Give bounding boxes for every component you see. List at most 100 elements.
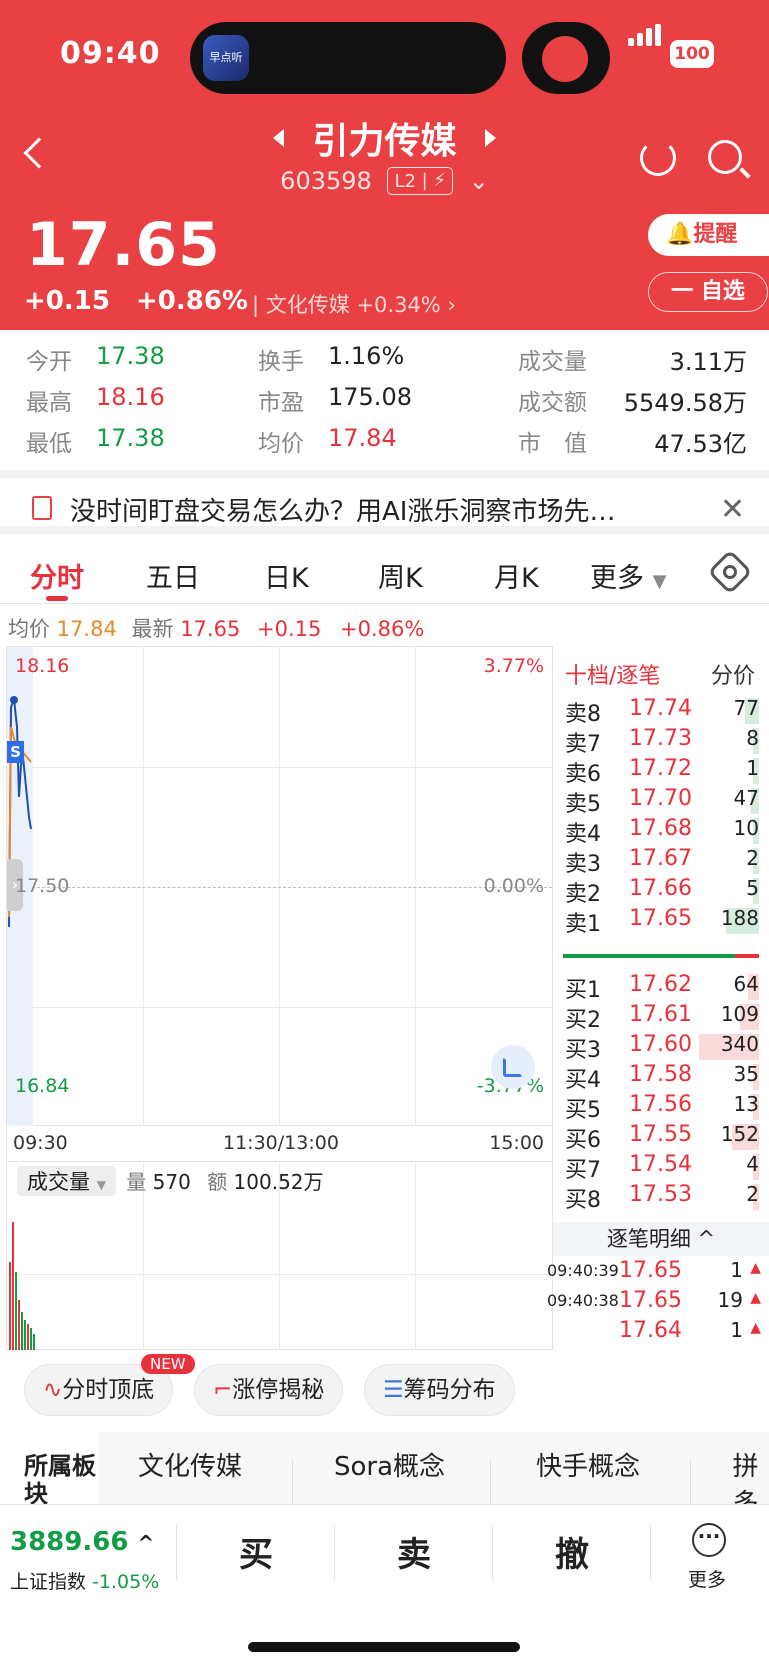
price-change-pct: +0.86% (136, 286, 248, 316)
level-price: 17.60 (629, 1032, 692, 1057)
tab-more[interactable]: 更多 ▼ (590, 556, 666, 595)
level-price: 17.68 (629, 816, 692, 841)
tick-qty: 1 (730, 1318, 743, 1342)
bid-row[interactable]: 买5 17.56 13 (553, 1092, 769, 1123)
level-label: 买2 (565, 1008, 601, 1033)
level-label: 卖5 (565, 792, 601, 817)
level-price: 17.61 (629, 1002, 692, 1027)
ask-row[interactable]: 卖3 17.67 2 (553, 846, 769, 877)
intraday-chart[interactable]: S › 18.16 17.50 16.84 3.77% 0.00% -3.77% (6, 646, 553, 1127)
volume-panel[interactable]: 成交量 ▼ 量 570 额 100.52万 (6, 1162, 553, 1350)
level-qty: 5 (746, 876, 759, 900)
level-qty: 64 (733, 972, 759, 996)
tab-underline (46, 596, 68, 601)
ai-promo-banner[interactable]: 没时间盯盘交易怎么办？用AI涨乐洞察市场先… ✕ (0, 470, 769, 534)
tool-chips: ∿分时顶底 ⌐涨停揭秘 ☰筹码分布 (0, 1350, 769, 1440)
tool-limit-up[interactable]: ⌐涨停揭秘 (194, 1364, 344, 1416)
chart-tabs: 分时 五日 日K 周K 月K 更多 ▼ (0, 542, 769, 604)
level-qty: 109 (720, 1002, 759, 1026)
volume-dropdown[interactable]: 成交量 ▼ (17, 1166, 116, 1196)
stat-key: 均价 (258, 431, 304, 457)
ask-row[interactable]: 卖5 17.70 47 (553, 786, 769, 817)
add-watchlist-button[interactable]: 一 自选 (648, 272, 768, 312)
tab-monthly-k[interactable]: 月K (494, 556, 539, 595)
more-icon[interactable]: ··· (692, 1523, 726, 1557)
plate-item[interactable]: 快手概念 (536, 1446, 640, 1483)
level-qty: 13 (733, 1092, 759, 1116)
plate-item[interactable]: 拼多 (722, 1446, 769, 1504)
ask-row[interactable]: 卖6 17.72 1 (553, 756, 769, 787)
close-icon[interactable]: ✕ (720, 492, 745, 527)
level-qty: 10 (733, 816, 759, 840)
bid-row[interactable]: 买3 17.60 340 (553, 1032, 769, 1063)
prev-stock-icon[interactable] (272, 129, 284, 147)
stat-value: 1.16% (328, 342, 405, 370)
fullscreen-icon[interactable] (491, 1045, 535, 1089)
buy-button[interactable]: 买 (186, 1527, 326, 1576)
up-arrow-icon: ▲ (750, 1320, 761, 1336)
home-indicator[interactable] (248, 1642, 520, 1652)
document-icon (32, 496, 52, 520)
tick-row: 09:40:39 17.65 1 ▲ (547, 1258, 769, 1288)
ask-row[interactable]: 卖4 17.68 10 (553, 816, 769, 847)
bid-row[interactable]: 买6 17.55 152 (553, 1122, 769, 1153)
remind-button[interactable]: 🔔提醒 (648, 214, 769, 256)
bid-row[interactable]: 买7 17.54 4 (553, 1152, 769, 1183)
tick-time: 09:40:38 (547, 1291, 619, 1310)
level-price: 17.70 (629, 786, 692, 811)
tick-time: 09:40:39 (547, 1261, 619, 1280)
stat-value: 47.53亿 (654, 430, 747, 458)
time-start: 09:30 (13, 1132, 68, 1154)
island-app-icon[interactable]: 早点听 (203, 35, 249, 81)
tick-detail-toggle[interactable]: 逐笔明细 ^ (553, 1222, 769, 1256)
sell-button[interactable]: 卖 (344, 1527, 484, 1576)
time-end: 15:00 (489, 1132, 544, 1154)
ask-row[interactable]: 卖2 17.66 5 (553, 876, 769, 907)
ask-row[interactable]: 卖8 17.74 77 (553, 696, 769, 727)
index-value[interactable]: 3889.66 ^ (10, 1527, 154, 1557)
next-stock-icon[interactable] (485, 129, 497, 147)
time-mid: 11:30/13:00 (223, 1132, 339, 1154)
sector-link[interactable]: | 文化传媒 +0.34% › (252, 289, 456, 319)
signal-marker[interactable]: S (7, 741, 24, 763)
stock-header: 09:40 早点听 100 引力传媒 603598 L2 | ⚡ ⌄ 17.65… (0, 0, 769, 330)
bid-ask-ratio-bar (563, 954, 759, 958)
more-label[interactable]: 更多 (688, 1565, 726, 1592)
ask-row[interactable]: 卖7 17.73 8 (553, 726, 769, 757)
bid-row[interactable]: 买8 17.53 2 (553, 1182, 769, 1213)
new-badge: NEW (141, 1354, 195, 1374)
orderbook-tab-level[interactable]: 十档/逐笔 (565, 658, 660, 690)
bid-row[interactable]: 买4 17.58 35 (553, 1062, 769, 1093)
stats-grid: 今开 17.38 换手 1.16% 成交量 3.11万 最高 18.16 市盈 … (0, 330, 769, 466)
level-qty: 47 (733, 786, 759, 810)
level-label: 买4 (565, 1068, 601, 1093)
bid-row[interactable]: 买2 17.61 109 (553, 1002, 769, 1033)
ask-row[interactable]: 卖1 17.65 188 (553, 906, 769, 937)
level-qty: 152 (720, 1122, 759, 1146)
level-price: 17.65 (629, 906, 692, 931)
stat-key: 最低 (26, 431, 72, 457)
tool-chip-distribution[interactable]: ☰筹码分布 (364, 1364, 515, 1416)
plates-label: 所属板块 (0, 1432, 98, 1504)
orderbook-tab-price[interactable]: 分价 (711, 658, 755, 690)
tab-five-day[interactable]: 五日 (146, 556, 200, 595)
tab-daily-k[interactable]: 日K (264, 556, 309, 595)
tick-price: 17.65 (619, 1288, 682, 1313)
live-activity-pill (522, 22, 610, 94)
plate-item[interactable]: 文化传媒 (138, 1446, 242, 1483)
level-price: 17.53 (629, 1182, 692, 1207)
refresh-icon[interactable] (640, 140, 676, 176)
plate-item[interactable]: Sora概念 (334, 1446, 445, 1483)
bid-row[interactable]: 买1 17.62 64 (553, 972, 769, 1003)
current-price: 17.65 (26, 210, 221, 280)
level-label: 卖3 (565, 852, 601, 877)
cancel-order-button[interactable]: 撤 (502, 1527, 642, 1576)
dynamic-island: 早点听 (190, 22, 506, 94)
tick-row: 09:40:38 17.65 19 ▲ (547, 1288, 769, 1318)
up-arrow-icon: ▲ (750, 1260, 761, 1276)
heart-icon[interactable] (542, 36, 588, 82)
search-icon[interactable] (708, 140, 742, 174)
tab-weekly-k[interactable]: 周K (378, 556, 423, 595)
tab-intraday[interactable]: 分时 (30, 556, 84, 595)
level-label: 卖7 (565, 732, 601, 757)
